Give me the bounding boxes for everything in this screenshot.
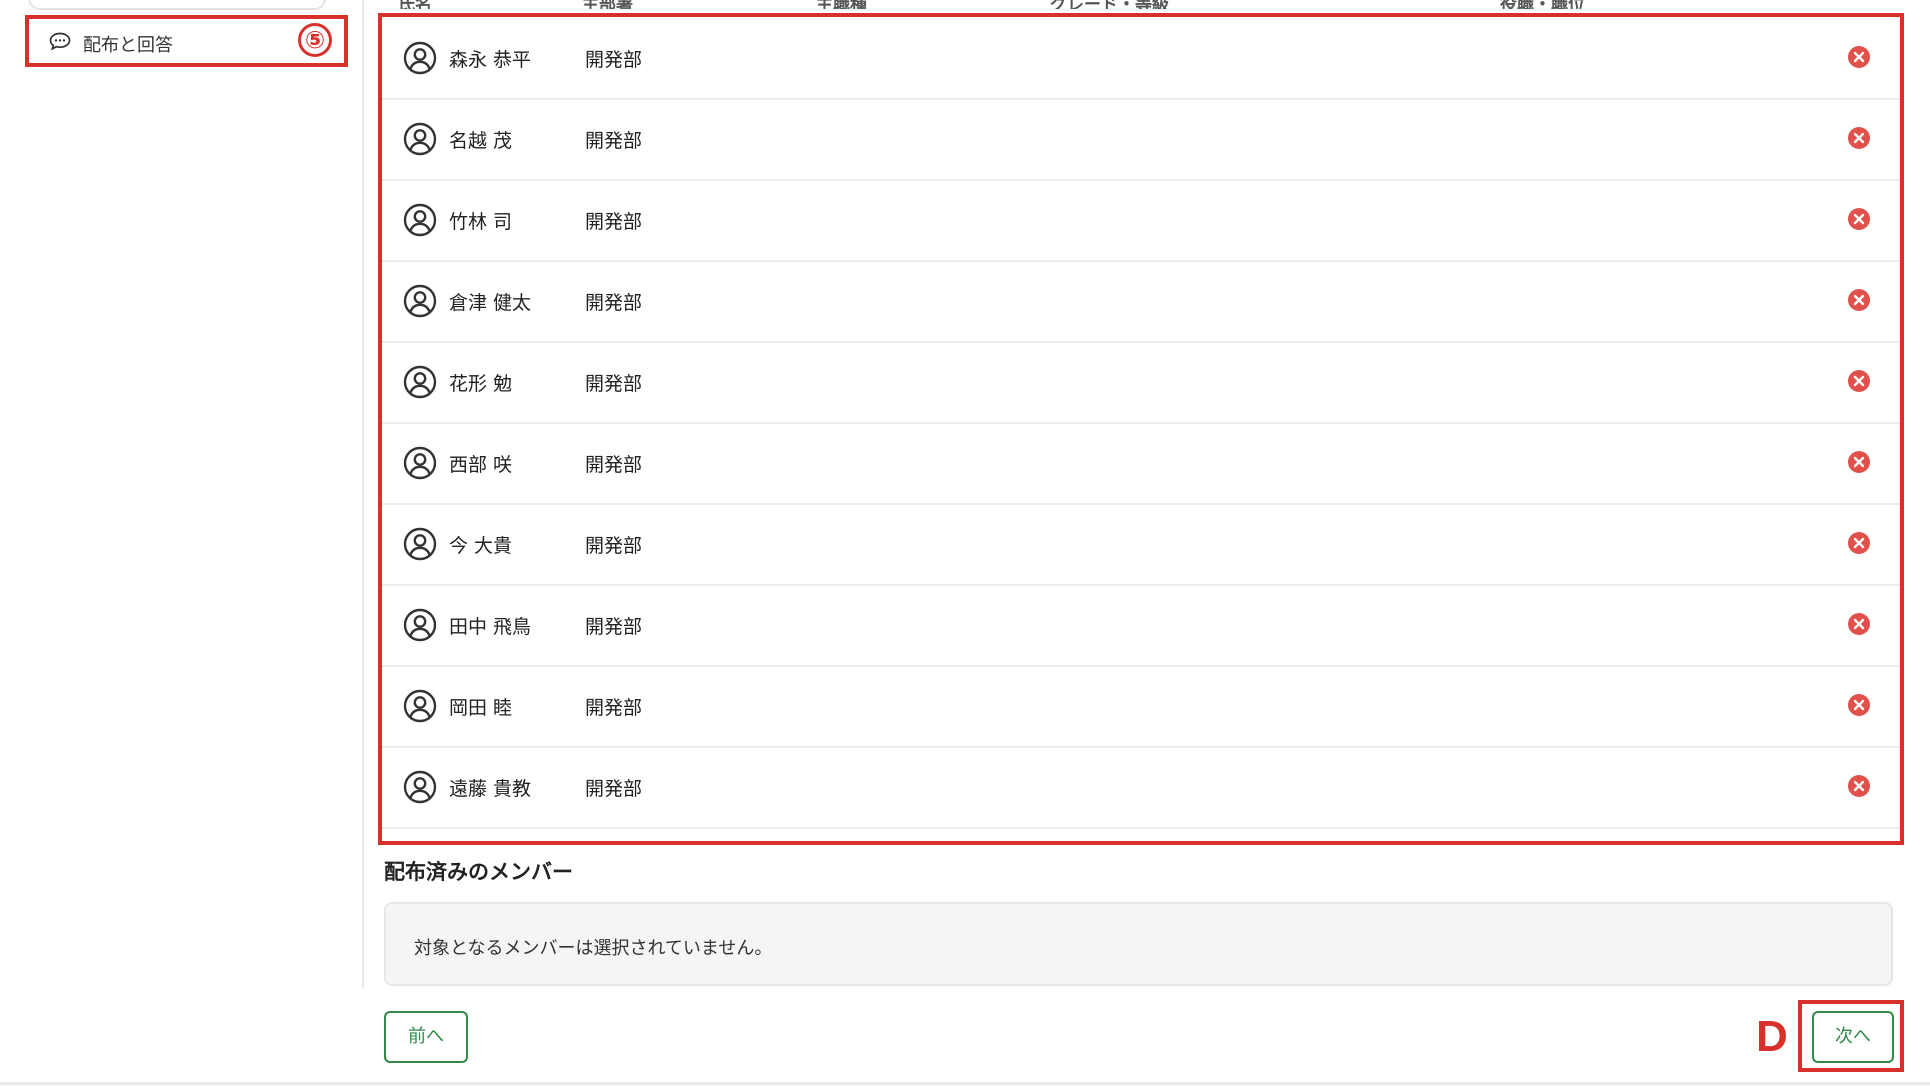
user-circle-icon [403,122,437,156]
remove-circle-x-icon[interactable] [1848,775,1870,797]
next-button[interactable]: 次へ [1812,1011,1894,1063]
member-department: 開発部 [585,130,643,152]
sidebar-item-partial[interactable] [28,0,326,10]
remove-circle-x-icon[interactable] [1848,46,1870,68]
table-row: 竹林 司 開発部 [382,179,1900,262]
table-row: 遠藤 貴教 開発部 [382,746,1900,829]
member-name: 森永 恭平 [449,49,532,71]
member-department: 開発部 [585,616,643,638]
remove-circle-x-icon[interactable] [1848,694,1870,716]
header-name: 氏名 [398,0,432,9]
table-row: 名越 茂 開発部 [382,98,1900,181]
table-row: 今 大貴 開発部 [382,503,1900,586]
table-row: 花形 勉 開発部 [382,341,1900,424]
table-row: 倉津 健太 開発部 [382,260,1900,343]
header-job-type: 主職種 [816,0,867,9]
chat-bubble-icon [49,32,71,50]
sidebar-item-label: 配布と回答 [83,35,173,56]
remove-circle-x-icon[interactable] [1848,370,1870,392]
next-button-highlight: 次へ [1798,1000,1904,1072]
annotation-marker-d: D [1756,1012,1788,1061]
member-name: 今 大貴 [449,535,513,557]
user-circle-icon [403,365,437,399]
table-row: 岡田 睦 開発部 [382,665,1900,748]
member-department: 開発部 [585,373,643,395]
remove-circle-x-icon[interactable] [1848,127,1870,149]
user-circle-icon [403,41,437,75]
sidebar: 配布と回答 ⑤ [0,0,364,988]
table-header: 氏名 主部署 主職種 グレード・等級 役職・職位 [378,0,1898,9]
table-row: 田中 飛鳥 開発部 [382,584,1900,667]
header-department: 主部署 [582,0,633,9]
user-circle-icon [403,446,437,480]
remove-circle-x-icon[interactable] [1848,451,1870,473]
prev-button[interactable]: 前へ [384,1011,468,1063]
member-name: 岡田 睦 [449,697,513,719]
remove-circle-x-icon[interactable] [1848,208,1870,230]
app-frame: 配布と回答 ⑤ 氏名 主部署 主職種 グレード・等級 役職・職位 森永 恭平開発… [0,0,1930,1085]
member-name: 名越 茂 [449,130,513,152]
member-department: 開発部 [585,535,643,557]
user-circle-icon [403,203,437,237]
user-circle-icon [403,770,437,804]
remove-circle-x-icon[interactable] [1848,289,1870,311]
member-department: 開発部 [585,778,643,800]
sidebar-item-distribution-and-answers[interactable]: 配布と回答 ⑤ [25,15,348,67]
annotation-marker-5: ⑤ [298,23,332,57]
user-circle-icon [403,608,437,642]
user-circle-icon [403,284,437,318]
member-name: 西部 咲 [449,454,513,476]
empty-message: 対象となるメンバーは選択されていません。 [414,938,773,959]
user-circle-icon [403,527,437,561]
user-circle-icon [403,689,437,723]
member-department: 開発部 [585,49,643,71]
distributed-members-title: 配布済みのメンバー [384,860,573,884]
remove-circle-x-icon[interactable] [1848,532,1870,554]
member-department: 開発部 [585,454,643,476]
member-department: 開発部 [585,292,643,314]
remove-circle-x-icon[interactable] [1848,613,1870,635]
header-position: 役職・職位 [1500,0,1585,9]
table-row: 西部 咲 開発部 [382,422,1900,505]
member-name: 倉津 健太 [449,292,532,314]
member-name: 田中 飛鳥 [449,616,532,638]
member-name: 遠藤 貴教 [449,778,532,800]
table-row: 森永 恭平 開発部 [382,17,1900,100]
member-name: 竹林 司 [449,211,513,233]
member-list: 森永 恭平 開発部 名越 茂開発部 竹林 司開発部 倉津 健太 開発部 花形 勉開発部 西部 … [378,13,1904,845]
member-department: 開発部 [585,697,643,719]
member-name: 花形 勉 [449,373,513,395]
header-grade: グレード・等級 [1050,0,1169,9]
member-department: 開発部 [585,211,643,233]
distributed-members-panel: 対象となるメンバーは選択されていません。 [384,902,1893,986]
